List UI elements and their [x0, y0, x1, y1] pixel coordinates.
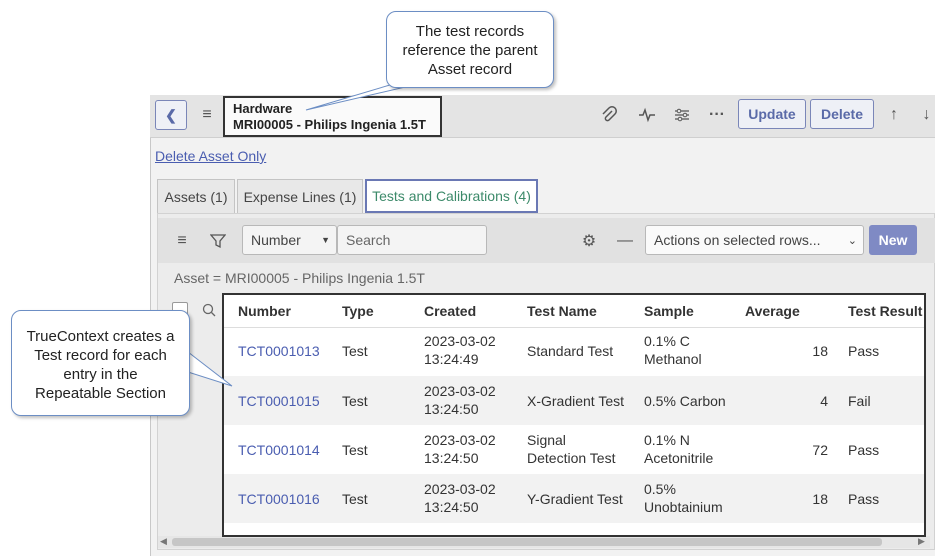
callout-line: Test record for each — [34, 347, 167, 364]
callout-line: The test records — [415, 23, 525, 40]
callout-line: reference the parent — [402, 42, 538, 59]
left-callout-pointer — [187, 350, 233, 387]
callout-line: Repeatable Section — [35, 385, 166, 402]
top-annotation-callout: The test records reference the parent As… — [386, 11, 554, 88]
callout-line: TrueContext creates a — [26, 328, 175, 345]
left-annotation-callout: TrueContext creates a Test record for ea… — [11, 310, 190, 416]
callout-line: entry in the — [63, 366, 138, 383]
callout-line: Asset record — [427, 61, 513, 78]
